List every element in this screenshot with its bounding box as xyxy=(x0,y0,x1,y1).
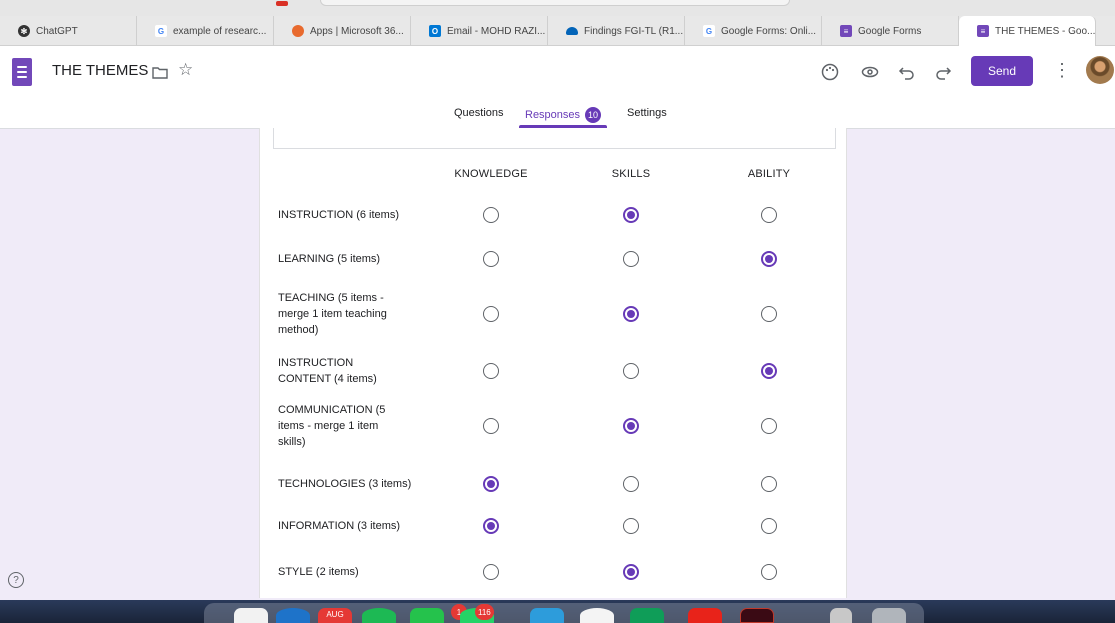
grid-radio-knowledge[interactable] xyxy=(483,476,499,492)
grid-row-label: COMMUNICATION (5 items - merge 1 item sk… xyxy=(278,404,386,448)
chrome-icon[interactable] xyxy=(580,608,614,623)
spotify-icon[interactable] xyxy=(362,608,396,623)
google-icon: G xyxy=(155,25,167,37)
safari-icon[interactable] xyxy=(276,608,310,623)
browser-chrome xyxy=(0,0,1115,16)
grid-radio-ability[interactable] xyxy=(761,476,777,492)
grid-radio-skills[interactable] xyxy=(623,363,639,379)
browser-tab[interactable]: Gexample of researc... xyxy=(137,16,274,46)
grid-radio-ability[interactable] xyxy=(761,564,777,580)
column-header: KNOWLEDGE xyxy=(454,168,528,180)
address-bar[interactable] xyxy=(320,0,790,6)
grid-row-label: INFORMATION (3 items) xyxy=(278,520,401,532)
forms-icon: ≡ xyxy=(977,25,989,37)
notification-badge: 116 xyxy=(475,604,494,620)
grid-radio-skills[interactable] xyxy=(623,251,639,267)
responses-count-badge: 10 xyxy=(585,107,602,123)
help-icon[interactable]: ? xyxy=(8,572,24,588)
docs-icon[interactable] xyxy=(530,608,564,623)
calendar-icon[interactable]: AUG xyxy=(318,608,352,623)
folder-icon[interactable] xyxy=(152,66,168,79)
messages-icon[interactable] xyxy=(410,608,444,623)
tab-responses[interactable]: Responses 10 xyxy=(525,107,602,123)
undo-icon[interactable] xyxy=(895,60,919,84)
record-indicator xyxy=(276,1,288,6)
pdf-icon[interactable] xyxy=(688,608,722,623)
grid-radio-skills[interactable] xyxy=(623,476,639,492)
form-nav-tabs: Questions Responses 10 Settings xyxy=(0,98,1115,129)
grid-radio-skills[interactable] xyxy=(623,306,639,322)
send-button[interactable]: Send xyxy=(971,56,1033,86)
grid-radio-skills[interactable] xyxy=(623,518,639,534)
browser-tab[interactable]: Findings FGI-TL (R1... xyxy=(548,16,685,46)
palette-icon[interactable] xyxy=(818,60,842,84)
grid-radio-ability[interactable] xyxy=(761,518,777,534)
microsoft-icon xyxy=(292,25,304,37)
grid-radio-knowledge[interactable] xyxy=(483,418,499,434)
finder-icon[interactable] xyxy=(234,608,268,623)
grid-radio-knowledge[interactable] xyxy=(483,207,499,223)
browser-tab-active[interactable]: ≡ THE THEMES - Goo... xyxy=(959,16,1096,46)
grid-radio-knowledge[interactable] xyxy=(483,306,499,322)
grid-row-label: TEACHING (5 items - merge 1 item teachin… xyxy=(278,292,387,336)
grid-row-label: STYLE (2 items) xyxy=(278,566,359,578)
star-icon[interactable]: ☆ xyxy=(178,60,193,80)
grid-row-label: INSTRUCTION CONTENT (4 items) xyxy=(278,357,377,385)
grid-radio-ability[interactable] xyxy=(761,207,777,223)
grid-radio-knowledge[interactable] xyxy=(483,564,499,580)
calendar-month: AUG xyxy=(326,610,344,619)
forms-icon: ≡ xyxy=(840,25,852,37)
browser-tab-bar: ✻ ChatGPT Gexample of researc... Apps | M… xyxy=(0,16,1115,46)
document-icon[interactable] xyxy=(830,608,852,623)
form-title[interactable]: THE THEMES xyxy=(52,62,148,79)
browser-tab[interactable]: ≡ Google Forms xyxy=(822,16,959,46)
grid-radio-knowledge[interactable] xyxy=(483,363,499,379)
preview-eye-icon[interactable] xyxy=(858,60,882,84)
grid-radio-ability[interactable] xyxy=(761,306,777,322)
redo-icon[interactable] xyxy=(931,60,955,84)
tab-settings[interactable]: Settings xyxy=(627,107,667,119)
browser-tab[interactable]: ✻ ChatGPT xyxy=(0,16,137,46)
avatar[interactable] xyxy=(1086,56,1114,84)
grid-row-label: LEARNING (5 items) xyxy=(278,253,381,265)
column-header: ABILITY xyxy=(747,168,791,180)
app-icon[interactable] xyxy=(740,608,774,623)
more-vert-icon[interactable]: ⋮ xyxy=(1053,60,1071,81)
dock xyxy=(204,603,924,623)
grid-radio-ability[interactable] xyxy=(761,418,777,434)
browser-tab[interactable]: Apps | Microsoft 36... xyxy=(274,16,411,46)
grid-radio-knowledge[interactable] xyxy=(483,251,499,267)
chatgpt-icon: ✻ xyxy=(18,25,30,37)
onedrive-icon xyxy=(566,27,578,35)
grid-radio-skills[interactable] xyxy=(623,418,639,434)
grid-radio-ability[interactable] xyxy=(761,251,777,267)
question-input-box[interactable] xyxy=(273,128,836,149)
browser-tab[interactable]: O Email - MOHD RAZI... xyxy=(411,16,548,46)
trash-icon[interactable] xyxy=(872,608,906,623)
grid-radio-skills[interactable] xyxy=(623,207,639,223)
browser-tab[interactable]: G Google Forms: Onli... xyxy=(685,16,822,46)
sheets-icon[interactable] xyxy=(630,608,664,623)
question-card: KNOWLEDGE SKILLS ABILITY INSTRUCTION (6 … xyxy=(259,128,847,598)
forms-logo-icon[interactable] xyxy=(12,58,32,86)
forms-header: THE THEMES ☆ Send ⋮ xyxy=(0,46,1115,98)
google-icon: G xyxy=(703,25,715,37)
grid-radio-knowledge[interactable] xyxy=(483,518,499,534)
outlook-icon: O xyxy=(429,25,441,37)
tab-responses-label: Responses xyxy=(525,108,581,121)
grid-radio-skills[interactable] xyxy=(623,564,639,580)
grid-row-label: TECHNOLOGIES (3 items) xyxy=(278,478,412,490)
grid-radio-ability[interactable] xyxy=(761,363,777,379)
grid-row-label: INSTRUCTION (6 items) xyxy=(278,209,399,221)
column-header: SKILLS xyxy=(611,168,651,180)
tab-questions[interactable]: Questions xyxy=(454,107,504,119)
